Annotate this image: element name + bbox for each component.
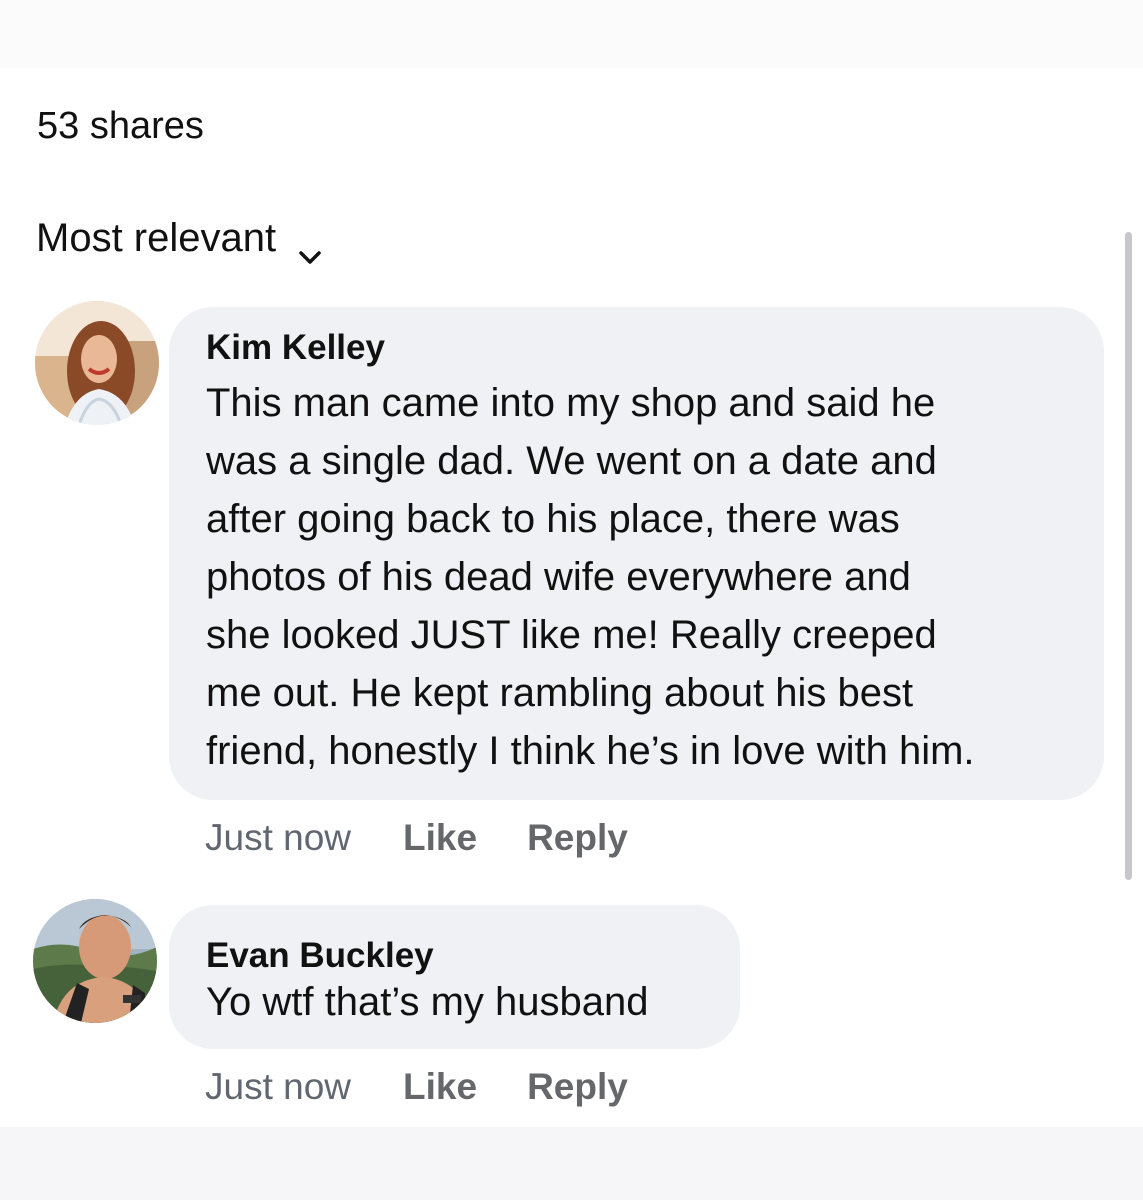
like-button[interactable]: Like [403, 816, 477, 860]
comment-text: Yo wtf that’s my husband [206, 980, 649, 1024]
comment-text: This man came into my shop and said he w… [206, 381, 975, 773]
avatar[interactable] [35, 301, 159, 425]
comment-actions: Just now Like Reply [205, 1065, 628, 1109]
comment-actions: Just now Like Reply [205, 816, 628, 860]
sort-label: Most relevant [36, 215, 277, 260]
comment-timestamp[interactable]: Just now [205, 816, 351, 860]
comment-bubble: Evan Buckley Yo wtf that’s my husband [169, 905, 740, 1049]
like-button[interactable]: Like [403, 1065, 477, 1109]
reply-button[interactable]: Reply [527, 1065, 628, 1109]
comments-screen: 53 shares Most relevant Kim Kelley This … [0, 0, 1143, 1200]
comment-timestamp[interactable]: Just now [205, 1065, 351, 1109]
comment-author[interactable]: Kim Kelley [206, 327, 1068, 369]
scrollbar[interactable] [1125, 232, 1132, 880]
shares-count[interactable]: 53 shares [37, 104, 204, 148]
comment-bubble: Kim Kelley This man came into my shop an… [169, 307, 1104, 800]
bottom-bar [0, 1127, 1143, 1200]
comment-author[interactable]: Evan Buckley [206, 935, 704, 977]
reply-button[interactable]: Reply [527, 816, 628, 860]
top-bar [0, 0, 1143, 68]
avatar[interactable] [33, 899, 157, 1023]
sort-dropdown[interactable]: Most relevant [36, 214, 322, 264]
chevron-down-icon [298, 231, 322, 264]
